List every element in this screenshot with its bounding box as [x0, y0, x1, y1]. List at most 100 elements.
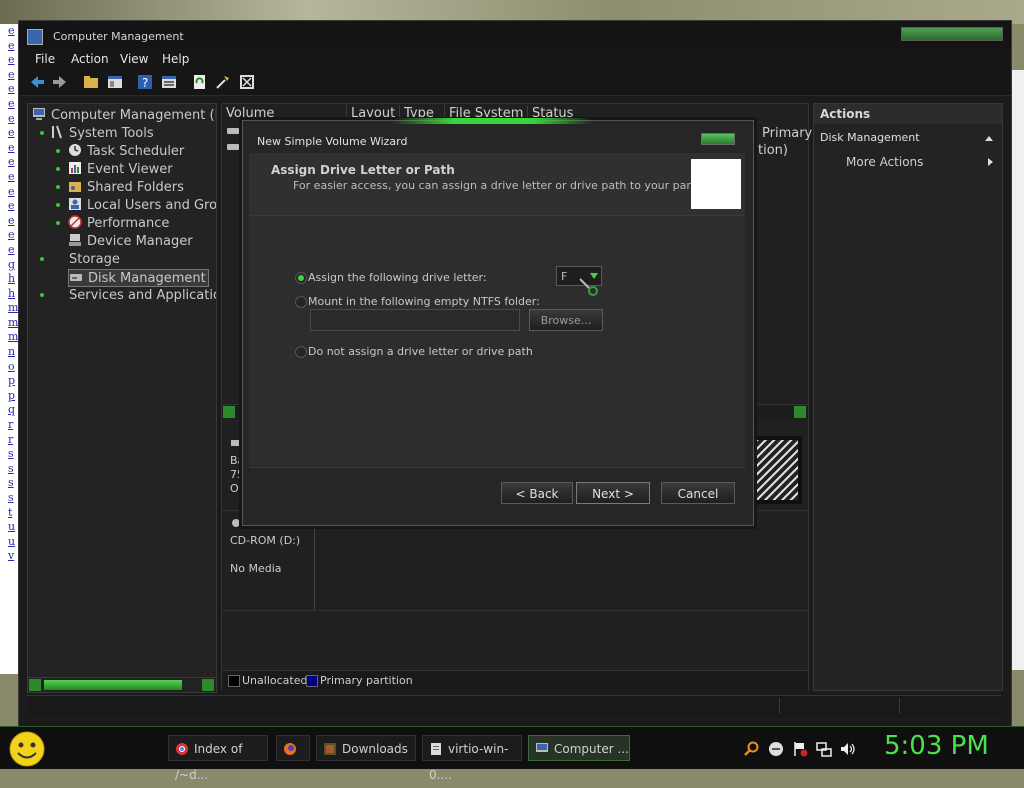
menu-action[interactable]: Action: [71, 52, 109, 66]
background-link[interactable]: e: [0, 243, 18, 258]
menu-help[interactable]: Help: [162, 52, 189, 66]
background-link[interactable]: h: [0, 287, 18, 302]
action-center-flag-icon[interactable]: [792, 741, 808, 757]
taskbar-item-computer-management[interactable]: Computer ...: [528, 735, 630, 761]
tree-item-task-scheduler[interactable]: Task Scheduler: [68, 143, 184, 159]
background-link[interactable]: e: [0, 155, 18, 170]
expand-dot[interactable]: [56, 203, 60, 207]
taskbar-item-virtio[interactable]: virtio-win-0....: [422, 735, 522, 782]
taskbar-clock[interactable]: 5:03 PM: [884, 731, 989, 761]
background-link[interactable]: o: [0, 360, 18, 375]
background-link[interactable]: e: [0, 112, 18, 127]
background-link[interactable]: r: [0, 418, 18, 433]
tree-item-disk-management[interactable]: Disk Management: [68, 269, 209, 287]
background-link[interactable]: e: [0, 39, 18, 54]
folder-up-icon[interactable]: [83, 74, 99, 90]
background-link[interactable]: m: [0, 301, 18, 316]
background-link[interactable]: e: [0, 214, 18, 229]
start-button-smiley-icon[interactable]: [8, 730, 46, 768]
collapse-up-icon[interactable]: [984, 134, 994, 142]
wizard-icon[interactable]: [215, 74, 231, 90]
background-link[interactable]: h: [0, 272, 18, 287]
mount-folder-path-input[interactable]: [310, 309, 520, 331]
background-link[interactable]: p: [0, 374, 18, 389]
forward-arrow-icon[interactable]: [52, 74, 68, 90]
background-link[interactable]: m: [0, 316, 18, 331]
expand-dot[interactable]: [56, 167, 60, 171]
background-link[interactable]: t: [0, 506, 18, 521]
unallocated-partition[interactable]: [752, 436, 802, 504]
tree-item-performance[interactable]: Performance: [68, 215, 169, 231]
background-link[interactable]: e: [0, 97, 18, 112]
search-icon[interactable]: [744, 741, 760, 757]
background-link[interactable]: s: [0, 462, 18, 477]
background-link[interactable]: n: [0, 345, 18, 360]
menu-view[interactable]: View: [120, 52, 148, 66]
taskbar-item-firefox[interactable]: [276, 735, 310, 761]
expand-dot[interactable]: [40, 257, 44, 261]
expand-dot[interactable]: [56, 149, 60, 153]
background-link[interactable]: e: [0, 141, 18, 156]
background-scrollbar[interactable]: [1010, 70, 1024, 670]
help-icon[interactable]: ?: [137, 74, 153, 90]
background-link[interactable]: q: [0, 403, 18, 418]
background-link[interactable]: e: [0, 82, 18, 97]
taskbar-item-downloads[interactable]: Downloads: [316, 735, 416, 761]
show-hide-tree-icon[interactable]: [107, 74, 123, 90]
tree-item-system-tools[interactable]: System Tools: [50, 125, 154, 141]
browse-button[interactable]: Browse...: [529, 309, 603, 331]
tree-item-local-users[interactable]: Local Users and Grou: [68, 197, 216, 213]
background-link[interactable]: e: [0, 185, 18, 200]
background-link[interactable]: u: [0, 520, 18, 535]
scroll-right-button[interactable]: [202, 679, 214, 691]
background-link[interactable]: e: [0, 126, 18, 141]
cancel-button[interactable]: Cancel: [661, 482, 735, 504]
background-link[interactable]: e: [0, 53, 18, 68]
tree-item-device-manager[interactable]: Device Manager: [68, 233, 193, 249]
properties-icon[interactable]: [161, 74, 177, 90]
background-link[interactable]: s: [0, 476, 18, 491]
background-link[interactable]: m: [0, 330, 18, 345]
background-link[interactable]: e: [0, 228, 18, 243]
background-link[interactable]: e: [0, 68, 18, 83]
radio-mount-folder[interactable]: [295, 296, 307, 308]
background-link[interactable]: e: [0, 199, 18, 214]
expand-dot[interactable]: [40, 131, 44, 135]
radio-no-drive-letter[interactable]: [295, 346, 307, 358]
background-link[interactable]: s: [0, 491, 18, 506]
background-link[interactable]: r: [0, 433, 18, 448]
expand-dot[interactable]: [56, 221, 60, 225]
actions-section-disk-management[interactable]: Disk Management: [820, 131, 920, 144]
expand-dot[interactable]: [40, 293, 44, 297]
tree-item-services[interactable]: Services and Applications: [50, 287, 216, 303]
scroll-left-button[interactable]: [29, 679, 41, 691]
network-icon[interactable]: [816, 741, 832, 757]
minus-circle-icon[interactable]: [768, 741, 784, 757]
chevron-right-icon[interactable]: [986, 157, 994, 167]
radio-assign-drive-letter[interactable]: [295, 272, 307, 284]
background-link[interactable]: s: [0, 447, 18, 462]
tree-root-computer-management[interactable]: Computer Management (Loc: [32, 107, 216, 123]
tree-item-event-viewer[interactable]: Event Viewer: [68, 161, 173, 177]
background-link[interactable]: g: [0, 258, 18, 273]
taskbar-item-chrome[interactable]: Index of /~d...: [168, 735, 268, 782]
background-link[interactable]: p: [0, 389, 18, 404]
tree-item-storage[interactable]: Storage: [50, 251, 120, 267]
menu-file[interactable]: File: [35, 52, 55, 66]
back-arrow-icon[interactable]: [29, 74, 45, 90]
background-link[interactable]: e: [0, 170, 18, 185]
title-bar[interactable]: Computer Management: [19, 21, 1011, 49]
expand-dot[interactable]: [56, 185, 60, 189]
scroll-left-button[interactable]: [223, 406, 235, 418]
next-button[interactable]: Next >: [576, 482, 650, 504]
refresh-icon[interactable]: [192, 74, 208, 90]
background-link[interactable]: e: [0, 24, 18, 39]
tree-horizontal-scrollbar[interactable]: [27, 677, 217, 693]
dialog-close-button[interactable]: [701, 133, 735, 145]
scroll-thumb[interactable]: [44, 680, 182, 690]
disk-settings-icon[interactable]: [239, 74, 255, 90]
scroll-right-button[interactable]: [794, 406, 806, 418]
volume-icon[interactable]: [840, 741, 856, 757]
tree-item-shared-folders[interactable]: Shared Folders: [68, 179, 184, 195]
back-button[interactable]: < Back: [501, 482, 573, 504]
